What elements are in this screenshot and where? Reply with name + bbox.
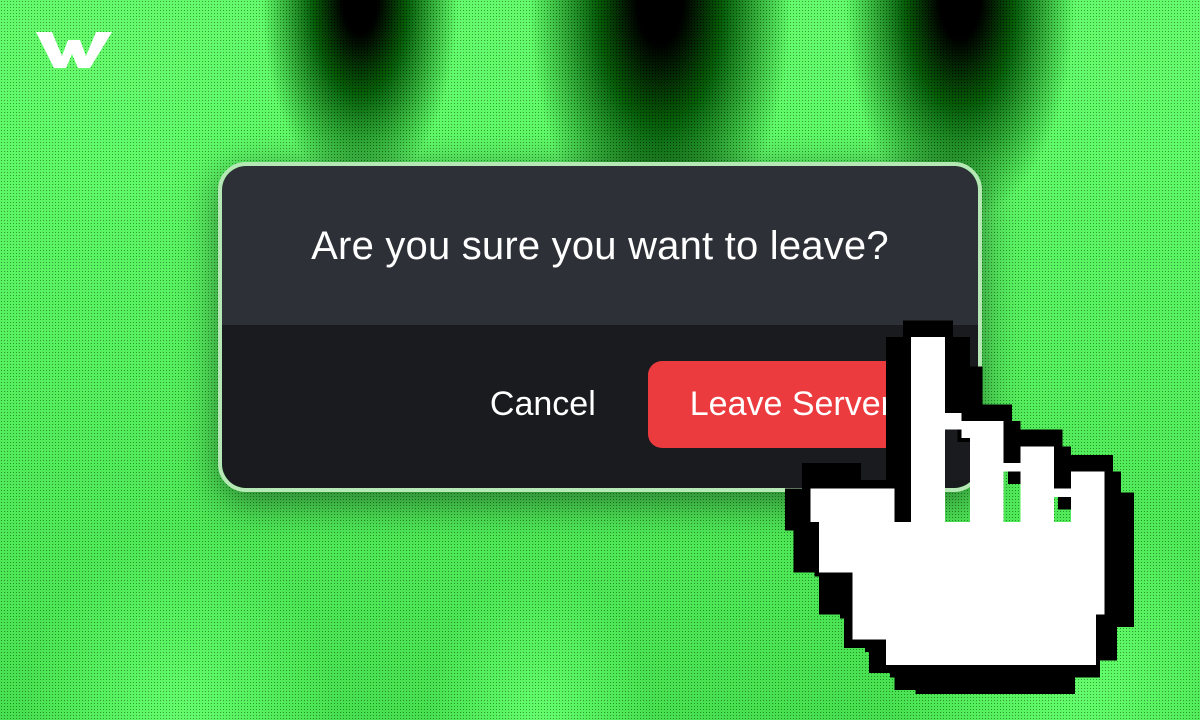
modal-footer: Cancel Leave Server	[222, 325, 978, 488]
whop-logo-icon	[34, 26, 112, 70]
leave-server-button[interactable]: Leave Server	[648, 361, 934, 448]
modal-header: Are you sure you want to leave?	[222, 166, 978, 325]
leave-server-modal: Are you sure you want to leave? Cancel L…	[218, 162, 982, 492]
cancel-button[interactable]: Cancel	[482, 373, 604, 436]
modal-title: Are you sure you want to leave?	[262, 224, 938, 269]
